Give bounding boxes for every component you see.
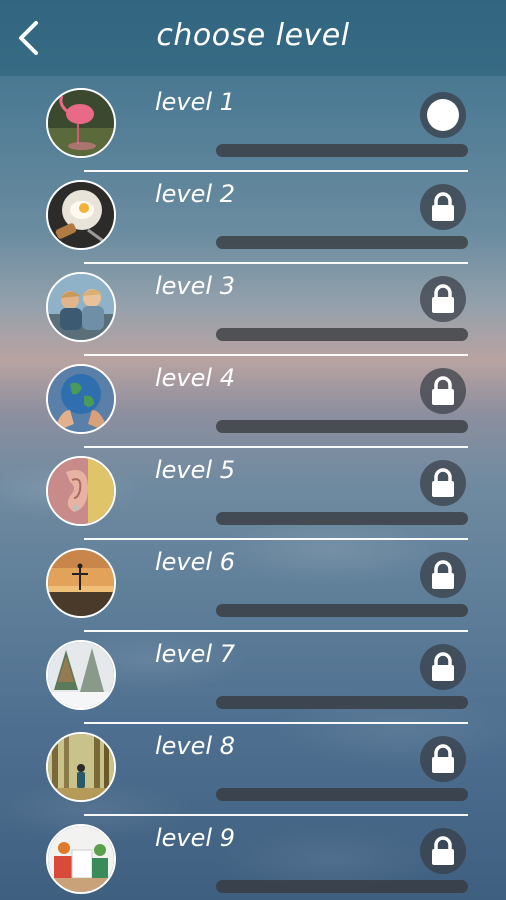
snowy-trees-icon <box>46 640 116 710</box>
level-row-9[interactable]: level 9 <box>0 816 506 900</box>
level-progress-bar <box>216 236 468 249</box>
level-progress-bar <box>216 420 468 433</box>
lock-icon <box>432 376 454 405</box>
level-progress-bar <box>216 696 468 709</box>
lock-button[interactable] <box>420 644 466 690</box>
play-icon <box>427 99 459 131</box>
level-row-8[interactable]: level 8 <box>0 724 506 816</box>
level-label: level 1 <box>155 88 235 116</box>
level-row-1[interactable]: level 1 <box>0 80 506 172</box>
breakfast-icon <box>46 180 116 250</box>
level-row-7[interactable]: level 7 <box>0 632 506 724</box>
level-row-4[interactable]: level 4 <box>0 356 506 448</box>
level-progress-bar <box>216 144 468 157</box>
level-label: level 2 <box>155 180 235 208</box>
level-label: level 5 <box>155 456 235 484</box>
lock-button[interactable] <box>420 552 466 598</box>
level-label: level 6 <box>155 548 235 576</box>
level-label: level 9 <box>155 824 235 852</box>
lock-icon <box>432 284 454 313</box>
level-label: level 7 <box>155 640 235 668</box>
lock-button[interactable] <box>420 368 466 414</box>
level-row-6[interactable]: level 6 <box>0 540 506 632</box>
children-icon <box>46 272 116 342</box>
globe-hands-icon <box>46 364 116 434</box>
lock-icon <box>432 468 454 497</box>
level-row-2[interactable]: level 2 <box>0 172 506 264</box>
level-row-3[interactable]: level 3 <box>0 264 506 356</box>
level-row-5[interactable]: level 5 <box>0 448 506 540</box>
level-label: level 4 <box>155 364 235 392</box>
level-progress-bar <box>216 604 468 617</box>
header-bar: choose level <box>0 0 506 76</box>
level-label: level 3 <box>155 272 235 300</box>
level-progress-bar <box>216 788 468 801</box>
lock-icon <box>432 652 454 681</box>
lock-button[interactable] <box>420 276 466 322</box>
level-label: level 8 <box>155 732 235 760</box>
page-title: choose level <box>156 18 350 53</box>
lock-icon <box>432 192 454 221</box>
lock-button[interactable] <box>420 736 466 782</box>
flamingo-icon <box>46 88 116 158</box>
lock-button[interactable] <box>420 184 466 230</box>
gifts-icon <box>46 824 116 894</box>
lock-icon <box>432 560 454 589</box>
lock-icon <box>432 836 454 865</box>
level-progress-bar <box>216 328 468 341</box>
ear-icon <box>46 456 116 526</box>
lock-icon <box>432 744 454 773</box>
lock-button[interactable] <box>420 460 466 506</box>
play-button[interactable] <box>420 92 466 138</box>
sunset-person-icon <box>46 548 116 618</box>
level-progress-bar <box>216 880 468 893</box>
level-progress-bar <box>216 512 468 525</box>
forest-hiker-icon <box>46 732 116 802</box>
lock-button[interactable] <box>420 828 466 874</box>
